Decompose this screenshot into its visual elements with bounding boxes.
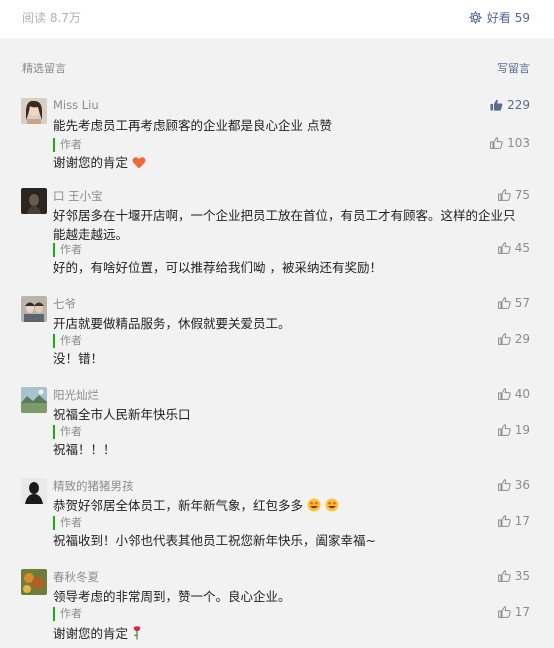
thumbs-up-icon (497, 515, 511, 527)
comment-text: 恭贺好邻居全体员工，新年新气象，红包多多 (53, 496, 523, 515)
thumbs-up-icon (490, 137, 503, 149)
reply-like-button[interactable]: 19 (497, 423, 530, 437)
author-label: 作者 (60, 425, 82, 438)
author-reply-text: 祝福！！！ (53, 440, 116, 459)
thumbs-up-icon (497, 242, 511, 254)
author-reply-content: 好的，有啥好位置，可以推荐给我们呦 ，被采纳还有奖励！ (53, 260, 382, 275)
author-label: 作者 (60, 138, 82, 151)
avatar[interactable] (21, 188, 47, 214)
author-reply-content: 祝福！！！ (53, 442, 116, 457)
comment-nickname: 春秋冬夏 (53, 570, 99, 584)
thumbs-up-icon (497, 424, 511, 436)
comment-text: 能先考虑员工再考虑顾客的企业都是良心企业 点赞 (53, 118, 332, 133)
like-top-label: 好看 59 (486, 11, 530, 25)
reply-like-count: 19 (514, 423, 530, 437)
reply-like-count: 103 (507, 136, 530, 150)
comment-like-button[interactable]: 229 (490, 98, 530, 112)
author-reply-text: 没！错！ (53, 349, 103, 368)
author-reply-text: 谢谢您的肯定 (53, 153, 146, 172)
thumbs-up-icon (497, 479, 511, 491)
author-reply-text: 祝福收到！小邻也代表其他员工祝您新年快乐，阖家幸福~ (53, 531, 376, 550)
grin-emoji-icon (307, 498, 321, 512)
thumbs-up-icon (497, 189, 511, 201)
comment-like-count: 35 (514, 569, 530, 583)
flower-like-icon (468, 11, 482, 24)
write-comment-link[interactable]: 写留言 (497, 60, 530, 76)
reply-like-button[interactable]: 17 (497, 514, 530, 528)
author-reply-tag: 作者 (53, 516, 82, 530)
avatar[interactable] (21, 569, 47, 595)
reply-like-button[interactable]: 17 (497, 605, 530, 619)
comment-nickname: 口 王小宝 (53, 189, 103, 203)
like-top-button[interactable]: 好看 59 (468, 9, 530, 26)
author-label: 作者 (60, 516, 82, 529)
comment-nickname: 精致的猪猪男孩 (53, 479, 134, 493)
avatar[interactable] (21, 478, 47, 504)
reply-like-button[interactable]: 103 (490, 136, 530, 150)
comments-section-header: 精选留言 写留言 (0, 56, 554, 76)
grin-emoji-icon (325, 498, 339, 512)
selected-comments-title: 精选留言 (22, 62, 66, 75)
comment-like-count: 36 (514, 478, 530, 492)
comment-like-button[interactable]: 35 (497, 569, 530, 583)
author-label: 作者 (60, 243, 82, 256)
comment-like-button[interactable]: 75 (497, 188, 530, 202)
author-reply-content: 祝福收到！小邻也代表其他员工祝您新年快乐，阖家幸福~ (53, 533, 376, 548)
comment-text: 好邻居多在十堰开店啊，一个企业把员工放在首位，有员工才有顾客。这样的企业只能越走… (53, 208, 516, 242)
thumbs-up-icon (497, 333, 511, 345)
avatar[interactable] (21, 387, 47, 413)
reply-like-button[interactable]: 29 (497, 332, 530, 346)
author-reply-content: 没！错！ (53, 351, 104, 366)
comment-like-button[interactable]: 40 (497, 387, 530, 401)
avatar[interactable] (21, 296, 47, 322)
avatar[interactable] (21, 98, 47, 124)
author-reply-tag: 作者 (53, 425, 82, 439)
comment-like-count: 40 (514, 387, 530, 401)
reply-like-count: 17 (514, 605, 530, 619)
author-reply-tag: 作者 (53, 334, 82, 348)
author-label: 作者 (60, 334, 82, 347)
thumbs-up-icon (497, 297, 511, 309)
comment-nickname: Miss Liu (53, 98, 99, 112)
comment-like-button[interactable]: 36 (497, 478, 530, 492)
reply-like-count: 29 (514, 332, 530, 346)
author-reply-text: 谢谢您的肯定 (53, 624, 142, 643)
thumbs-up-filled-icon (490, 99, 503, 111)
comment-nickname: 阳光灿烂 (53, 388, 99, 402)
author-reply-content: 谢谢您的肯定 (53, 155, 129, 170)
author-reply-tag: 作者 (53, 607, 82, 621)
comment-text: 领导考虑的非常周到，赞一个。良心企业。 (53, 589, 291, 604)
comment-nickname: 七爷 (53, 297, 76, 311)
comment-like-button[interactable]: 57 (497, 296, 530, 310)
author-reply-tag: 作者 (53, 138, 82, 152)
author-reply-content: 谢谢您的肯定 (53, 626, 129, 641)
reply-like-button[interactable]: 45 (497, 241, 530, 255)
comment-like-count: 75 (514, 188, 530, 202)
thumbs-up-icon (497, 388, 511, 400)
comment-text: 祝福全市人民新年快乐口 (53, 407, 191, 422)
comment-text-content: 恭贺好邻居全体员工，新年新气象，红包多多 (53, 498, 304, 513)
comment-like-count: 57 (514, 296, 530, 310)
heart-icon (132, 157, 146, 169)
rose-icon (133, 626, 141, 640)
author-label: 作者 (60, 607, 82, 620)
article-footer-bar: 阅读 8.7万 好看 59 (0, 0, 554, 38)
thumbs-up-icon (497, 570, 511, 582)
comment-like-count: 229 (507, 98, 530, 112)
comment-text: 开店就要做精品服务，休假就要关爱员工。 (53, 316, 291, 331)
reply-like-count: 17 (514, 514, 530, 528)
author-reply-tag: 作者 (53, 243, 82, 257)
thumbs-up-icon (497, 606, 511, 618)
author-reply-text: 好的，有啥好位置，可以推荐给我们呦 ，被采纳还有奖励！ (53, 258, 382, 277)
read-count: 阅读 8.7万 (22, 11, 81, 25)
reply-like-count: 45 (514, 241, 530, 255)
